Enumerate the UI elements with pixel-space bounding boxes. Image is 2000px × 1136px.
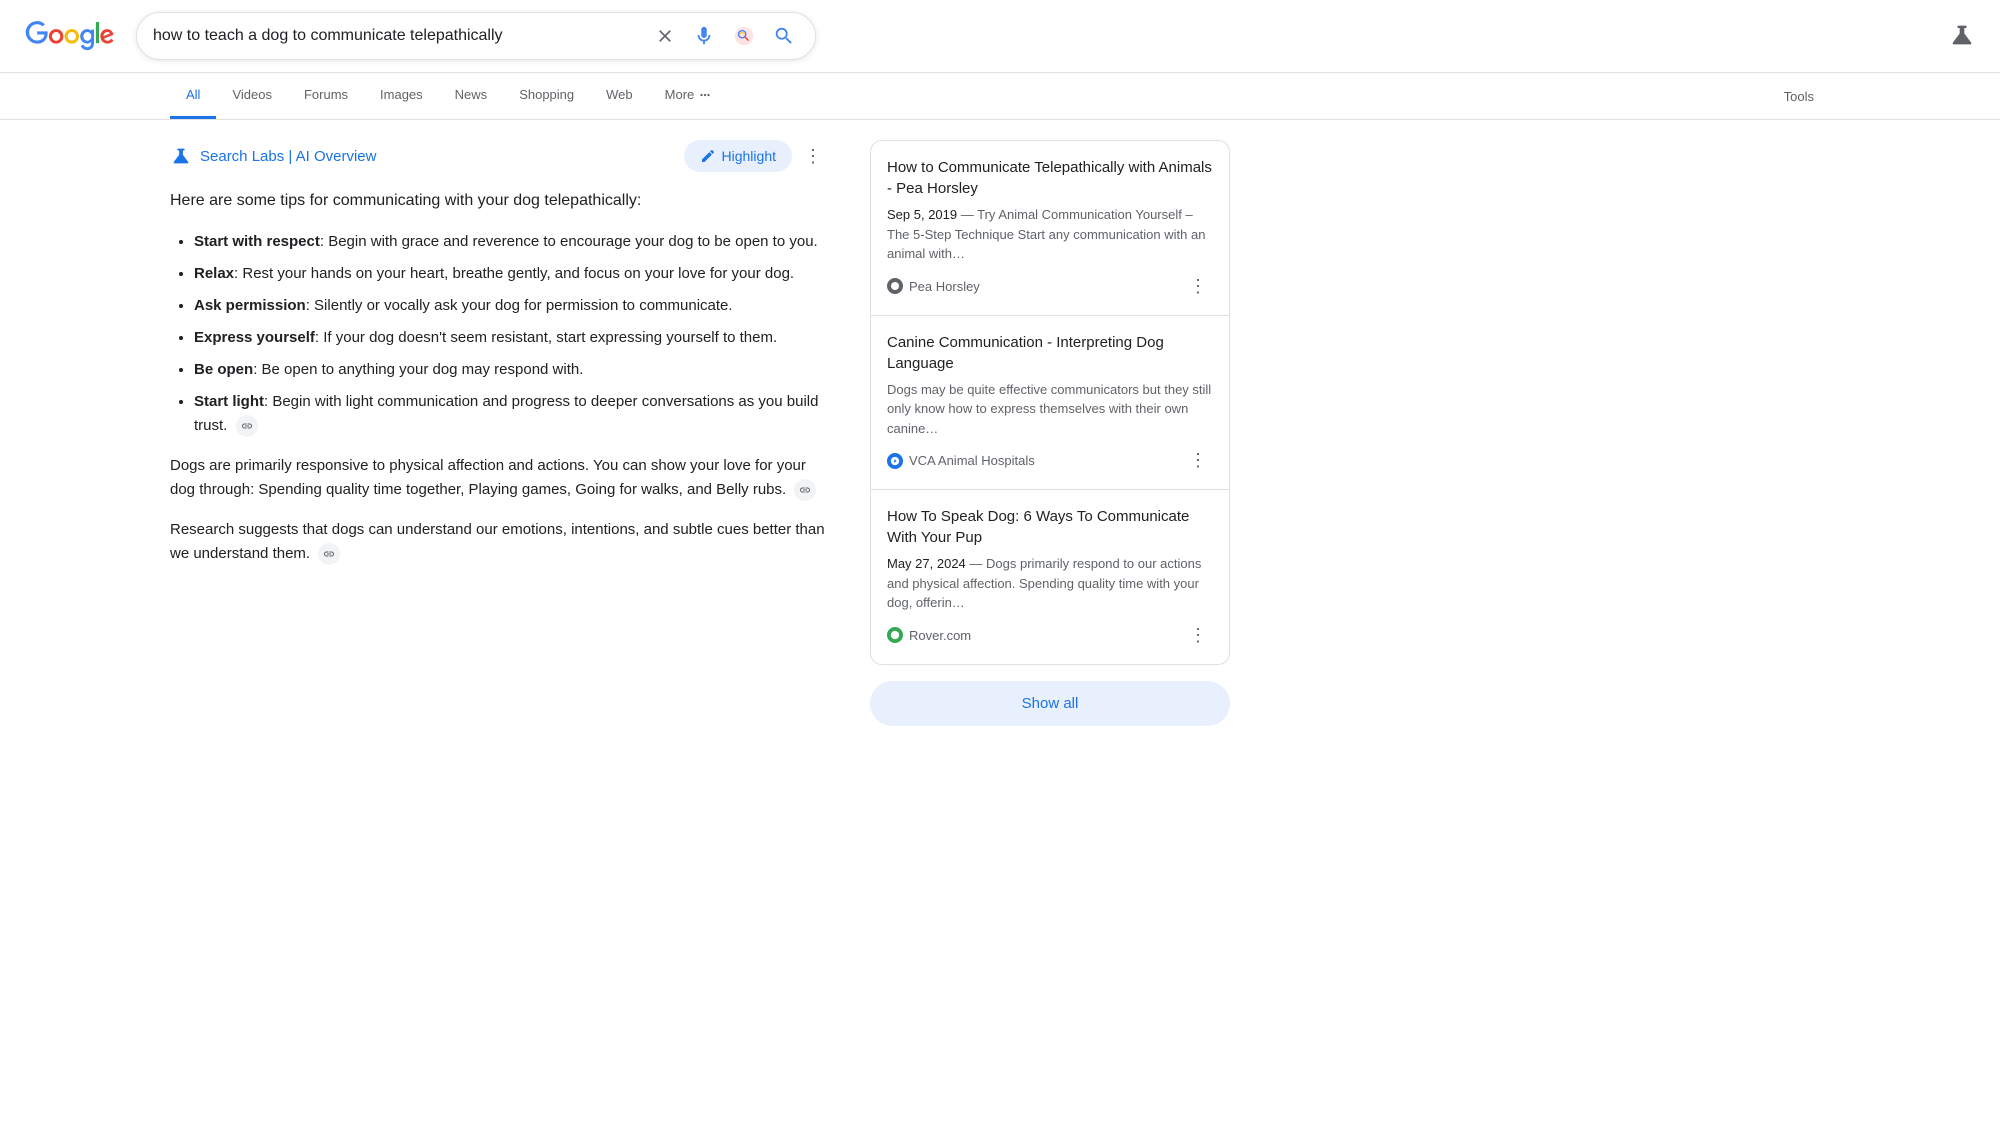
- bullet-item-5: Be open: Be open to anything your dog ma…: [194, 358, 830, 382]
- citation-link-3[interactable]: [318, 543, 340, 565]
- bullet-item-1: Start with respect: Begin with grace and…: [194, 230, 830, 254]
- tab-news[interactable]: News: [439, 73, 504, 119]
- tab-videos[interactable]: Videos: [216, 73, 288, 119]
- google-logo: [24, 21, 116, 51]
- source-more-btn-2[interactable]: ⋮: [1183, 448, 1213, 473]
- labs-icon: [170, 145, 192, 167]
- source-more-btn-3[interactable]: ⋮: [1183, 623, 1213, 648]
- source-footer-1: Pea Horsley ⋮: [887, 274, 1213, 299]
- tools-tab[interactable]: Tools: [1768, 75, 1830, 118]
- source-more-btn-1[interactable]: ⋮: [1183, 274, 1213, 299]
- search-icons: [651, 21, 799, 51]
- bullet-text-6: : Begin with light communication and pro…: [194, 393, 818, 434]
- source-title-3[interactable]: How To Speak Dog: 6 Ways To Communicate …: [887, 506, 1213, 548]
- ai-bullet-list: Start with respect: Begin with grace and…: [170, 230, 830, 438]
- source-cards-container: How to Communicate Telepathically with A…: [870, 140, 1230, 665]
- citation-link-1[interactable]: [236, 415, 258, 437]
- search-input[interactable]: [153, 27, 643, 45]
- bullet-item-4: Express yourself: If your dog doesn't se…: [194, 326, 830, 350]
- microphone-button[interactable]: [689, 21, 719, 51]
- ai-overview-panel: Search Labs | AI Overview Highlight ⋮ He…: [170, 140, 830, 726]
- source-card-1: How to Communicate Telepathically with A…: [871, 141, 1229, 315]
- bullet-item-6: Start light: Begin with light communicat…: [194, 390, 830, 438]
- ai-overview-label: Search Labs | AI Overview: [200, 148, 376, 165]
- source-snippet-2: Dogs may be quite effective communicator…: [887, 380, 1213, 439]
- ai-paragraph-2: Research suggests that dogs can understa…: [170, 518, 830, 566]
- bullet-item-3: Ask permission: Silently or vocally ask …: [194, 294, 830, 318]
- source-favicon-2: [887, 453, 903, 469]
- source-snippet-3: May 27, 2024 — Dogs primarily respond to…: [887, 554, 1213, 613]
- bullet-text-1: : Begin with grace and reverence to enco…: [320, 233, 818, 250]
- search-bar[interactable]: [136, 12, 816, 60]
- citation-link-2[interactable]: [794, 479, 816, 501]
- sources-panel: How to Communicate Telepathically with A…: [870, 140, 1230, 726]
- ai-paragraph-1: Dogs are primarily responsive to physica…: [170, 454, 830, 502]
- source-favicon-1: [887, 278, 903, 294]
- header: [0, 0, 2000, 73]
- bullet-bold-5: Be open: [194, 361, 253, 378]
- source-snippet-1: Sep 5, 2019 — Try Animal Communication Y…: [887, 205, 1213, 264]
- show-all-button[interactable]: Show all: [870, 681, 1230, 726]
- tab-images[interactable]: Images: [364, 73, 439, 119]
- source-footer-2: VCA Animal Hospitals ⋮: [887, 448, 1213, 473]
- highlight-button[interactable]: Highlight: [684, 140, 792, 172]
- highlight-icon: [700, 148, 716, 164]
- tab-more[interactable]: More: [649, 73, 729, 119]
- source-brand-2: VCA Animal Hospitals: [887, 453, 1035, 469]
- source-card-3: How To Speak Dog: 6 Ways To Communicate …: [871, 489, 1229, 664]
- source-footer-3: Rover.com ⋮: [887, 623, 1213, 648]
- source-favicon-3: [887, 627, 903, 643]
- bullet-bold-6: Start light: [194, 393, 264, 410]
- bullet-text-5: : Be open to anything your dog may respo…: [253, 361, 583, 378]
- source-brand-3: Rover.com: [887, 627, 971, 643]
- bullet-bold-2: Relax: [194, 265, 234, 282]
- lens-button[interactable]: [729, 21, 759, 51]
- ai-overview-title: Search Labs | AI Overview: [170, 145, 376, 167]
- source-title-2[interactable]: Canine Communication - Interpreting Dog …: [887, 332, 1213, 374]
- tab-forums[interactable]: Forums: [288, 73, 364, 119]
- bullet-text-2: : Rest your hands on your heart, breathe…: [234, 265, 794, 282]
- bullet-item-2: Relax: Rest your hands on your heart, br…: [194, 262, 830, 286]
- ai-intro-text: Here are some tips for communicating wit…: [170, 188, 830, 214]
- ai-overview-actions: Highlight ⋮: [684, 140, 830, 172]
- ai-overview-header: Search Labs | AI Overview Highlight ⋮: [170, 140, 830, 172]
- nav-tabs: All Videos Forums Images News Shopping W…: [0, 73, 2000, 120]
- labs-icon-top-right: [1948, 21, 1976, 52]
- tab-shopping[interactable]: Shopping: [503, 73, 590, 119]
- search-button[interactable]: [769, 21, 799, 51]
- clear-button[interactable]: [651, 22, 679, 50]
- bullet-bold-4: Express yourself: [194, 329, 315, 346]
- bullet-bold-3: Ask permission: [194, 297, 306, 314]
- more-options-button[interactable]: ⋮: [796, 142, 830, 171]
- bullet-text-4: : If your dog doesn't seem resistant, st…: [315, 329, 777, 346]
- source-brand-1: Pea Horsley: [887, 278, 980, 294]
- source-card-2: Canine Communication - Interpreting Dog …: [871, 315, 1229, 490]
- bullet-text-3: : Silently or vocally ask your dog for p…: [306, 297, 733, 314]
- main-content: Search Labs | AI Overview Highlight ⋮ He…: [0, 120, 1400, 746]
- source-title-1[interactable]: How to Communicate Telepathically with A…: [887, 157, 1213, 199]
- tab-web[interactable]: Web: [590, 73, 649, 119]
- bullet-bold-1: Start with respect: [194, 233, 320, 250]
- tab-all[interactable]: All: [170, 73, 216, 119]
